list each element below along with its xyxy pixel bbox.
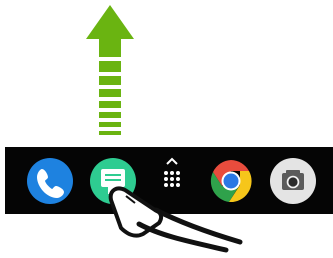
phone-app-icon[interactable]	[27, 158, 73, 204]
up-arrow-icon	[86, 5, 134, 145]
camera-app-icon[interactable]	[270, 158, 316, 204]
finger-hand-icon	[95, 176, 255, 258]
